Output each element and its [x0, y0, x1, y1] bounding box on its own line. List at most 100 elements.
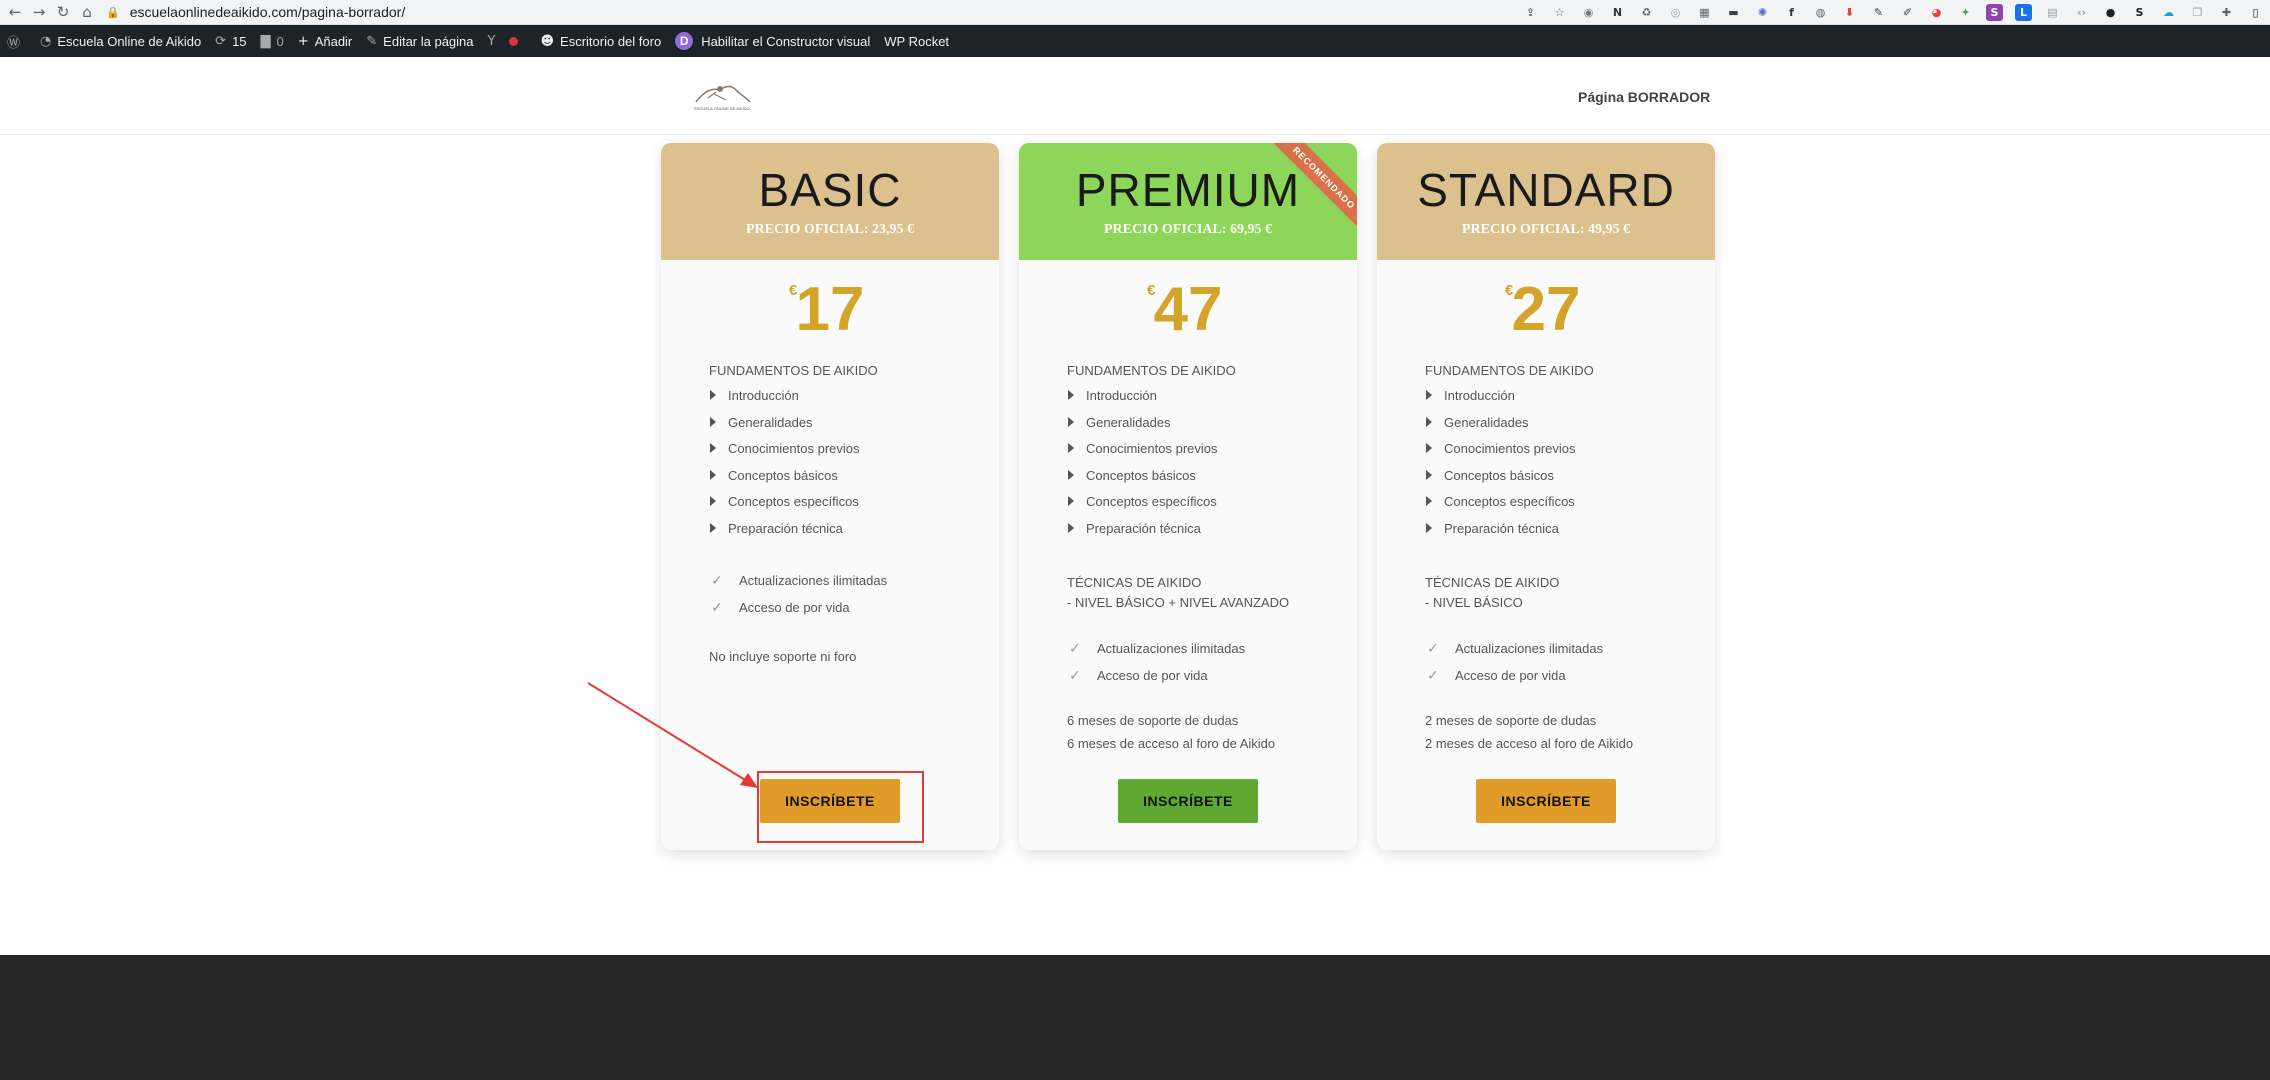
li-icon[interactable]: L	[2015, 4, 2032, 21]
s-icon[interactable]: S	[1986, 4, 2003, 21]
wp-site-name[interactable]: ◔ Escuela Online de Aikido	[33, 25, 208, 57]
grid-icon[interactable]: ▤	[2044, 4, 2061, 21]
feature-item: ✓ Actualizaciones ilimitadas	[1069, 641, 1246, 657]
comments-count: 0	[276, 33, 284, 49]
wp-rocket[interactable]: WP Rocket	[877, 25, 956, 57]
wp-updates[interactable]: ⟳ 15	[208, 25, 253, 57]
site-name-label: Escuela Online de Aikido	[57, 33, 202, 49]
section-title: FUNDAMENTOS DE AIKIDO	[1067, 363, 1236, 378]
official-price: PRECIO OFICIAL: 69,95 €	[1103, 222, 1272, 237]
wp-comments[interactable]: ▇ 0	[254, 25, 291, 57]
currency-symbol: €	[1505, 282, 1514, 299]
caret-right-icon	[1068, 522, 1074, 533]
lock-ext-icon[interactable]: ◍	[1812, 4, 1829, 21]
annotation-arrow-icon	[587, 682, 758, 788]
list-item: Generalidades	[1425, 413, 1576, 440]
github-icon[interactable]: ◉	[1580, 4, 1597, 21]
plan-price: € 27	[1377, 270, 1715, 350]
download-icon[interactable]: ⬇	[1841, 4, 1858, 21]
currency-symbol: €	[1147, 282, 1156, 299]
caret-right-icon	[710, 390, 716, 400]
feature-item: ✓ Actualizaciones ilimitadas	[1427, 641, 1604, 657]
url-text[interactable]: escuelaonlinedeaikido.com/pagina-borrado…	[130, 4, 406, 20]
check-icon: ✓	[711, 573, 723, 589]
comment-icon: ▇	[260, 33, 271, 49]
feature-list: ✓ Actualizaciones ilimitadas ✓ Acceso de p…	[709, 571, 887, 625]
price-value: 27	[1511, 275, 1581, 344]
wp-rocket-label: WP Rocket	[884, 33, 950, 49]
back-icon[interactable]: ←	[6, 3, 24, 21]
support-note: 6 meses de soporte de dudas	[1067, 713, 1239, 728]
module-list: Introducción Generalidades Conocimientos…	[709, 386, 860, 545]
caret-right-icon	[1068, 443, 1074, 453]
list-item: Preparación técnica	[1067, 519, 1218, 546]
yoast-seo[interactable]: Y	[481, 25, 534, 57]
caret-right-icon	[710, 522, 716, 533]
wp-edit-page[interactable]: ✎ Editar la página	[359, 25, 480, 57]
annotation-highlight-box	[757, 771, 924, 843]
pen-icon[interactable]: ✐	[1899, 4, 1916, 21]
list-item: Conocimientos previos	[1425, 439, 1576, 466]
plan-price: € 47	[1019, 270, 1357, 350]
card-header: STANDARD PRECIO OFICIAL: 49,95 €	[1377, 143, 1715, 260]
function-icon[interactable]: f	[1783, 4, 1800, 21]
forum-desk-label: Escritorio del foro	[560, 33, 662, 49]
sidebar-icon[interactable]: ▯	[2247, 4, 2264, 21]
notion-icon[interactable]: N	[1609, 4, 1626, 21]
plus-icon: +	[297, 33, 309, 49]
extensions-bar: ⇪ ☆ ◉ N ♻ ◎ ▦ ▬ ✺ f ◍ ⬇ ✎ ✐ ◕ ✦ S L ▤ ‹› ● S ☁ ❐ ✚ ▯	[1510, 0, 2270, 25]
list-item: Conceptos específicos	[709, 492, 860, 519]
home-icon[interactable]: ⌂	[78, 3, 96, 21]
s-dark-icon[interactable]: S	[2131, 4, 2148, 21]
wp-add-new[interactable]: + Añadir	[291, 25, 359, 57]
share-icon[interactable]: ⇪	[1522, 4, 1539, 21]
list-item: Conceptos básicos	[1067, 466, 1218, 493]
code-icon[interactable]: ‹›	[2073, 4, 2090, 21]
visual-builder-label: Habilitar el Constructor visual	[701, 33, 871, 49]
site-logo[interactable]: ESCUELA ONLINE DE AIKIDO	[686, 80, 758, 116]
feature-item: ✓ Acceso de por vida	[1427, 668, 1566, 684]
compass-icon[interactable]: ◎	[1667, 4, 1684, 21]
reload-icon[interactable]: ↻	[54, 3, 72, 21]
pricing-card-premium: PREMIUM PRECIO OFICIAL: 69,95 € RECOMEND…	[1019, 143, 1357, 850]
dashboard-icon: ◔	[40, 33, 52, 49]
address-bar[interactable]: 🔒 escuelaonlinedeaikido.com/pagina-borra…	[106, 0, 405, 25]
wordpress-logo-icon[interactable]: Ⓦ	[0, 25, 33, 57]
wp-forum-desk[interactable]: ☻ Escritorio del foro	[533, 25, 668, 57]
colorwheel-icon[interactable]: ◕	[1928, 4, 1945, 21]
plan-name: STANDARD	[1417, 164, 1675, 216]
star-icon[interactable]: ☆	[1551, 4, 1568, 21]
check-icon: ✓	[711, 600, 723, 616]
edit-page-label: Editar la página	[383, 33, 474, 49]
calendar-icon[interactable]: ▦	[1696, 4, 1713, 21]
site-footer	[0, 955, 2270, 1080]
feature-item: ✓ Actualizaciones ilimitadas	[711, 573, 888, 589]
edit-icon[interactable]: ✎	[1870, 4, 1887, 21]
feature-item: ✓ Acceso de por vida	[1069, 668, 1208, 684]
forum-note: 2 meses de acceso al foro de Aikido	[1425, 736, 1634, 751]
subscribe-button-standard[interactable]: INSCRÍBETE	[1476, 779, 1616, 823]
caret-right-icon	[710, 469, 716, 480]
menu-item-pagina-borrador[interactable]: Página BORRADOR	[1578, 89, 1710, 105]
dark-circle-icon[interactable]: ●	[2102, 4, 2119, 21]
check-icon: ✓	[1069, 668, 1081, 684]
list-item: Conceptos específicos	[1067, 492, 1218, 519]
pencil-icon: ✎	[366, 33, 378, 49]
puzzle-green-icon[interactable]: ✦	[1957, 4, 1974, 21]
caret-right-icon	[1426, 496, 1432, 506]
keyboard-icon[interactable]: ▬	[1725, 4, 1742, 21]
cloud-icon[interactable]: ☁	[2160, 4, 2177, 21]
puzzle-icon[interactable]: ✚	[2218, 4, 2235, 21]
sun-icon[interactable]: ✺	[1754, 4, 1771, 21]
card-header: BASIC PRECIO OFICIAL: 23,95 €	[661, 143, 999, 260]
forward-icon[interactable]: →	[30, 3, 48, 21]
subscribe-button-premium[interactable]: INSCRÍBETE	[1118, 779, 1258, 823]
caret-right-icon	[1426, 522, 1432, 533]
copy-icon[interactable]: ❐	[2189, 4, 2206, 21]
list-item: Conceptos básicos	[709, 466, 860, 493]
wp-visual-builder[interactable]: D Habilitar el Constructor visual	[668, 25, 877, 57]
recycle-icon[interactable]: ♻	[1638, 4, 1655, 21]
list-item: Generalidades	[1067, 413, 1218, 440]
level-note: - NIVEL BÁSICO + NIVEL AVANZADO	[1067, 595, 1290, 610]
caret-right-icon	[710, 496, 716, 506]
